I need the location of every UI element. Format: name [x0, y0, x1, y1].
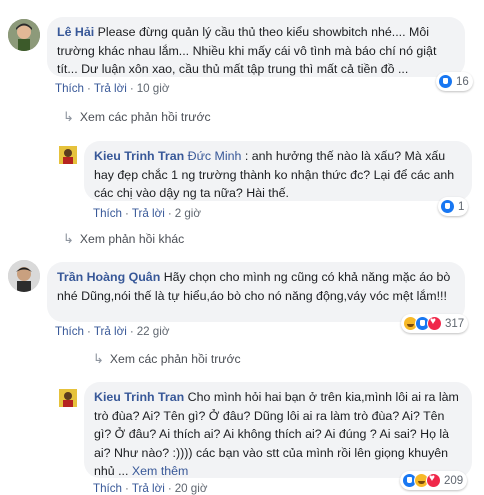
comment-bubble: Trần Hoàng Quân Hãy chọn cho mình ng cũn…: [47, 262, 465, 322]
reply-bubble: Kieu Trinh Tran Đức Minh : anh hưởng thế…: [84, 141, 472, 201]
reply-link[interactable]: Trả lời: [94, 82, 127, 95]
comment-time[interactable]: 10 giờ: [137, 82, 170, 95]
avatar-le-hai[interactable]: [8, 19, 40, 51]
like-link[interactable]: Thích: [93, 482, 122, 495]
reply-link[interactable]: Trả lời: [132, 207, 165, 220]
comment-bubble: Lê Hải Please đừng quản lý cầu thủ theo …: [47, 17, 465, 77]
reaction-count: 317: [445, 317, 465, 330]
avatar-tran-hoang-quan[interactable]: [8, 260, 40, 292]
like-reaction-icon: [438, 74, 453, 89]
comment-actions: Thích · Trả lời · 10 giờ: [55, 82, 170, 95]
like-link[interactable]: Thích: [55, 325, 84, 338]
reaction-summary[interactable]: 317: [401, 314, 469, 333]
avatar-image: [59, 146, 77, 164]
comment-author[interactable]: Lê Hải: [57, 25, 94, 39]
comment-text: Please đừng quản lý cầu thủ theo kiểu sh…: [57, 25, 437, 76]
like-reaction-icon: [440, 199, 455, 214]
reply-arrow-icon: ↳: [63, 109, 74, 124]
love-reaction-icon: [426, 473, 441, 488]
like-link[interactable]: Thích: [93, 207, 122, 220]
avatar-kieu-trinh-tran[interactable]: [59, 389, 77, 407]
see-more-link[interactable]: Xem thêm: [128, 464, 188, 478]
reply-time[interactable]: 2 giờ: [175, 207, 201, 220]
avatar-image: [8, 260, 40, 292]
avatar-image: [59, 389, 77, 407]
reply-time[interactable]: 20 giờ: [175, 482, 208, 495]
view-previous-replies[interactable]: ↳ Xem các phản hồi trước: [93, 351, 241, 367]
reply-link[interactable]: Trả lời: [132, 482, 165, 495]
love-reaction-icon: [427, 316, 442, 331]
reaction-count: 1: [458, 200, 465, 213]
reply-arrow-icon: ↳: [63, 231, 74, 246]
reply-link[interactable]: Trả lời: [94, 325, 127, 338]
comment-author[interactable]: Trần Hoàng Quân: [57, 270, 160, 284]
reaction-count: 209: [444, 474, 464, 487]
view-other-replies[interactable]: ↳ Xem phản hồi khác: [63, 231, 184, 247]
comment-actions: Thích · Trả lời · 22 giờ: [55, 325, 170, 338]
comment-time[interactable]: 22 giờ: [137, 325, 170, 338]
reply-author[interactable]: Kieu Trinh Tran: [94, 390, 184, 404]
reply-arrow-icon: ↳: [93, 351, 104, 366]
reaction-summary[interactable]: 209: [400, 471, 468, 490]
view-previous-replies[interactable]: ↳ Xem các phản hồi trước: [63, 109, 211, 125]
reaction-summary[interactable]: 1: [438, 197, 469, 216]
mention-link[interactable]: Đức Minh: [184, 149, 242, 163]
like-link[interactable]: Thích: [55, 82, 84, 95]
reaction-count: 16: [456, 75, 469, 88]
reply-actions: Thích · Trả lời · 2 giờ: [93, 207, 201, 220]
avatar-image: [8, 19, 40, 51]
avatar-kieu-trinh-tran[interactable]: [59, 146, 77, 164]
reply-author[interactable]: Kieu Trinh Tran: [94, 149, 184, 163]
reply-bubble: Kieu Trinh Tran Cho mình hỏi hai bạn ở t…: [84, 382, 472, 478]
reaction-summary[interactable]: 16: [436, 72, 473, 91]
reply-actions: Thích · Trả lời · 20 giờ: [93, 482, 208, 495]
